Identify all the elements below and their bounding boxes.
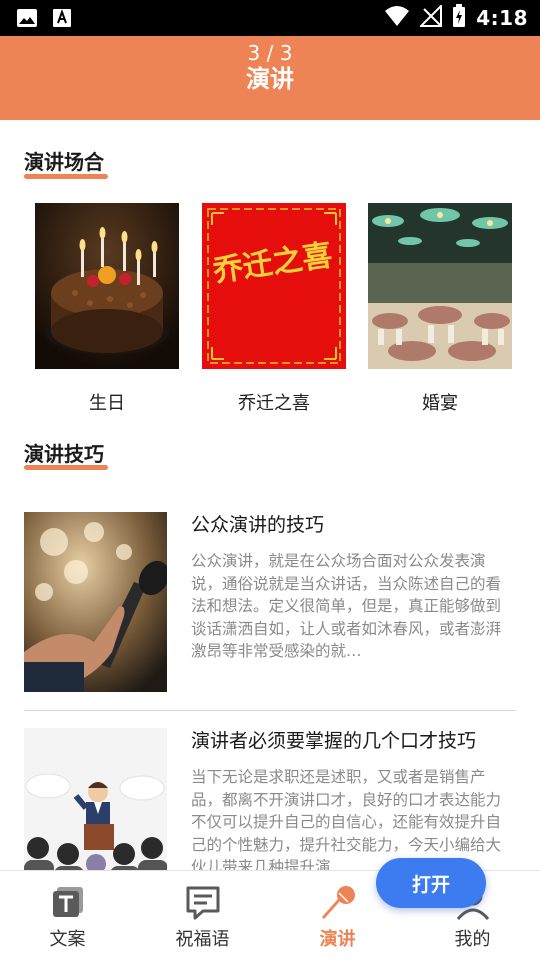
article-title: 演讲者必须要掌握的几个口才技巧 [191, 730, 477, 752]
occasion-wedding-banquet[interactable]: 婚宴 [368, 203, 512, 415]
occasion-label: 婚宴 [422, 393, 458, 414]
birthday-cake-image [35, 203, 179, 369]
image-icon [16, 8, 38, 32]
content-scroll-area[interactable]: 演讲场合 生日 乔迁之喜 乔迁之喜 婚宴 演讲技巧 公众演讲的技巧 公众演讲，就… [0, 120, 540, 870]
nav-label: 我的 [454, 929, 491, 950]
occasion-label: 乔迁之喜 [238, 393, 310, 414]
occasion-birthday[interactable]: 生日 [35, 203, 179, 415]
section-underline [24, 465, 108, 470]
app-header: 3 / 3 演讲 [0, 36, 540, 120]
housewarming-card-image: 乔迁之喜 [202, 203, 346, 369]
nav-item-copywriting[interactable]: 文案 [0, 871, 135, 960]
text-a-icon [52, 8, 72, 32]
tips-section-title: 演讲技巧 [24, 442, 104, 466]
nav-label: 祝福语 [175, 929, 230, 950]
status-bar: 4:18 [0, 0, 540, 36]
article-item[interactable]: 公众演讲的技巧 公众演讲，就是在公众场合面对公众发表演说，通俗说就是当众讲话，当… [24, 512, 516, 692]
microphone-speaker-image [24, 512, 167, 692]
article-summary: 当下无论是求职还是述职，又或者是销售产品，都离不开演讲口才，良好的口才表达能力不… [191, 768, 502, 870]
open-button[interactable]: 打开 [376, 858, 486, 908]
page-indicator: 3 / 3 [247, 41, 293, 65]
message-bubble-icon [183, 883, 223, 923]
nav-label: 演讲 [319, 929, 356, 950]
article-summary: 公众演讲，就是在公众场合面对公众发表演说，通俗说就是当众讲话，当众陈述自己的看法… [191, 552, 502, 660]
article-title: 公众演讲的技巧 [191, 514, 325, 536]
speaker-audience-image [24, 728, 167, 870]
microphone-icon [318, 883, 358, 923]
battery-charging-icon [452, 4, 466, 32]
wedding-banquet-image [368, 203, 512, 369]
no-signal-icon [418, 3, 443, 31]
text-document-icon [48, 883, 88, 923]
nav-label: 文案 [49, 929, 86, 950]
occasions-section-title: 演讲场合 [24, 150, 104, 174]
wifi-icon [384, 5, 410, 31]
divider [24, 710, 516, 711]
article-item[interactable]: 演讲者必须要掌握的几个口才技巧 当下无论是求职还是述职，又或者是销售产品，都离不… [24, 728, 516, 870]
section-underline [24, 174, 108, 179]
nav-item-blessings[interactable]: 祝福语 [135, 871, 270, 960]
page-title: 演讲 [246, 65, 294, 93]
occasion-housewarming[interactable]: 乔迁之喜 乔迁之喜 [202, 203, 346, 415]
occasion-label: 生日 [89, 393, 125, 414]
status-time: 4:18 [476, 6, 528, 30]
